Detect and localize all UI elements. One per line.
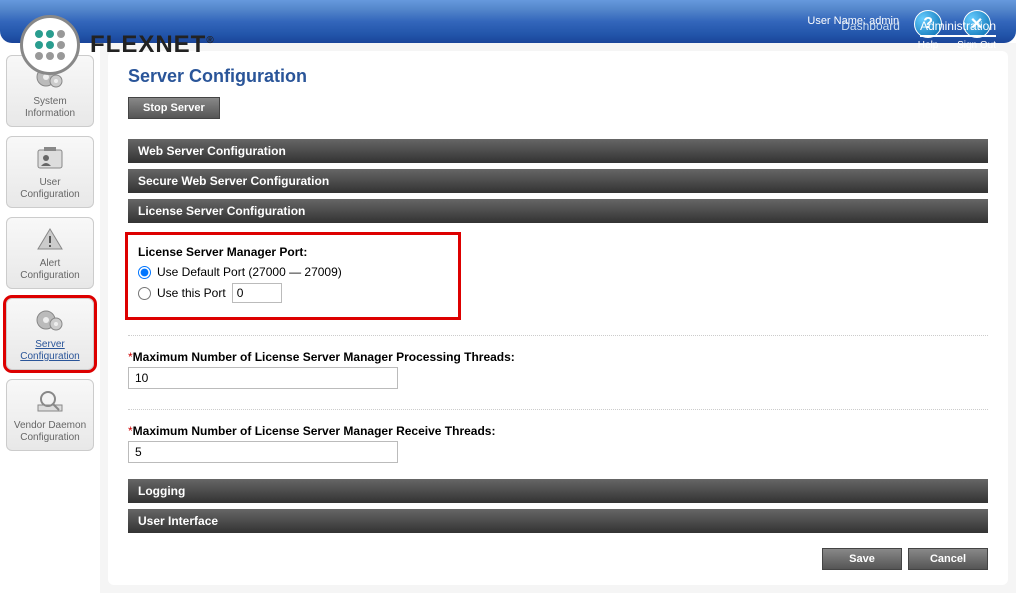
alert-icon [9, 224, 91, 254]
processing-threads-block: *Maximum Number of License Server Manage… [128, 346, 988, 399]
port-block: License Server Manager Port: Use Default… [128, 235, 458, 317]
sidebar-item-vendor-daemon-configuration[interactable]: Vendor Daemon Configuration [6, 379, 94, 451]
sidebar-item-user-configuration[interactable]: User Configuration [6, 136, 94, 208]
sidebar-item-server-configuration[interactable]: Server Configuration [6, 298, 94, 370]
user-badge-icon [9, 143, 91, 173]
tab-administration[interactable]: Administration [920, 19, 996, 37]
section-user-interface[interactable]: User Interface [128, 509, 988, 533]
processing-threads-input[interactable] [128, 367, 398, 389]
receive-threads-block: *Maximum Number of License Server Manage… [128, 420, 988, 473]
cancel-button[interactable]: Cancel [908, 548, 988, 570]
brand-text: FLEXNET® [90, 31, 215, 59]
radio-use-this-port-label: Use this Port [157, 286, 226, 300]
radio-default-port-label: Use Default Port (27000 — 27009) [157, 265, 342, 279]
logo-icon [20, 15, 80, 75]
gear-icon [9, 305, 91, 335]
main-content: Server Configuration Stop Server Web Ser… [108, 51, 1008, 585]
sidebar: System Information User Configuration Al… [0, 43, 100, 593]
sidebar-item-alert-configuration[interactable]: Alert Configuration [6, 217, 94, 289]
tab-dashboard[interactable]: Dashboard [841, 19, 900, 37]
section-secure-web-server-config[interactable]: Secure Web Server Configuration [128, 169, 988, 193]
port-input[interactable] [232, 283, 282, 303]
stop-server-button[interactable]: Stop Server [128, 97, 220, 119]
radio-use-this-port[interactable] [138, 287, 151, 300]
section-license-server-config[interactable]: License Server Configuration [128, 199, 988, 223]
section-logging[interactable]: Logging [128, 479, 988, 503]
processing-threads-label: Maximum Number of License Server Manager… [133, 350, 515, 364]
port-block-title: License Server Manager Port: [138, 245, 448, 259]
save-button[interactable]: Save [822, 548, 902, 570]
logo: FLEXNET® [20, 15, 215, 75]
radio-default-port[interactable] [138, 266, 151, 279]
receive-threads-label: Maximum Number of License Server Manager… [133, 424, 496, 438]
magnifier-icon [9, 386, 91, 416]
page-title: Server Configuration [128, 66, 988, 87]
receive-threads-input[interactable] [128, 441, 398, 463]
section-web-server-config[interactable]: Web Server Configuration [128, 139, 988, 163]
header: FLEXNET® User Name: admin ? Help ✕ Sign … [0, 0, 1016, 43]
